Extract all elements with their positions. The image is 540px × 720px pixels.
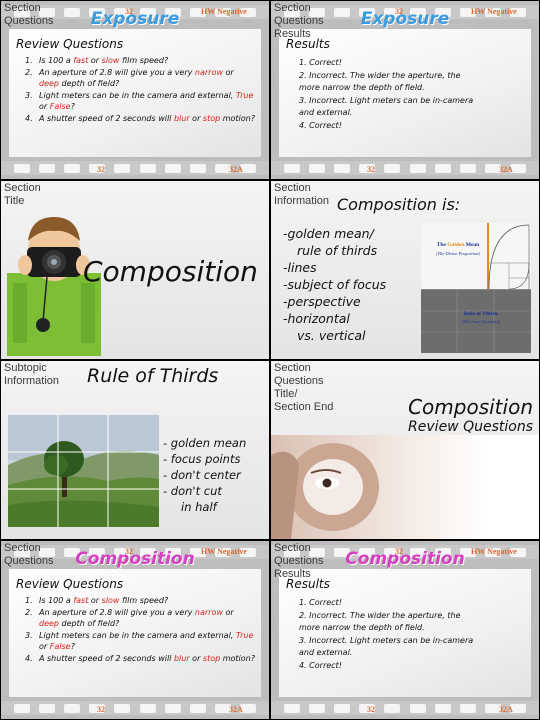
frame-number: 32A [499, 705, 513, 714]
result-item: 4. Correct! [299, 121, 342, 130]
result-item: 4. Correct! [299, 661, 342, 670]
result-item: 2. Incorrect. The wider the aperture, th… [299, 611, 461, 632]
slide-exposure-results[interactable]: HW Negative 32 32 32A Exposure Results 1… [270, 0, 540, 180]
list-item: vs. vertical [297, 328, 366, 343]
slide-exposure-questions[interactable]: HW Negative 32 32 32A Exposure Review Qu… [0, 0, 270, 180]
slide-title: Composition is: [337, 195, 461, 214]
slide-composition-questions[interactable]: HW Negative 32 32 32A Composition Review… [0, 540, 270, 720]
rule-of-thirds-label: Rule of Thirds [463, 311, 499, 317]
frame-number: 32A [229, 165, 243, 174]
list-item: in half [181, 500, 217, 514]
composition-list: -golden mean/ rule of thirds -lines -sub… [283, 225, 386, 344]
list-item: - don't center [163, 468, 241, 482]
slide-title: Composition [408, 395, 533, 419]
golden-mean-subtitle: (The Divine Proportion) [436, 251, 480, 256]
question-item: 3. Light meters can be in the camera and … [25, 91, 254, 111]
question-item: 3. Light meters can be in the camera and … [25, 631, 254, 651]
slide-heading: Review Questions [16, 577, 124, 591]
slide-section-label: Section Questions [4, 542, 54, 567]
slide-composition-information[interactable]: Composition is: -golden mean/ rule of th… [270, 180, 540, 360]
golden-mean-label: The Golden Mean [436, 242, 480, 248]
list-item: -lines [283, 260, 317, 275]
slide-heading: Review Questions [16, 37, 124, 51]
result-item: 3. Incorrect. Light meters can be in-cam… [299, 96, 474, 117]
slide-title: Composition [83, 255, 258, 288]
question-list: 1. Is 100 a fast or slow film speed? 2. An… [25, 595, 255, 665]
frame-number: 32 [97, 165, 105, 174]
frame-number: 32A [229, 705, 243, 714]
slide-composition-results[interactable]: HW Negative 32 32 32A Composition Result… [270, 540, 540, 720]
question-item: 4. A shutter speed of 2 seconds will blur… [25, 114, 255, 123]
question-item: 1. Is 100 a fast or slow film speed? [25, 596, 169, 605]
slide-section-label: Section Title [4, 182, 41, 207]
question-item: 4. A shutter speed of 2 seconds will blur… [25, 654, 255, 663]
results-list: 1. Correct! 2. Incorrect. The wider the … [299, 57, 479, 133]
golden-mean-diagram: The Golden Mean (The Divine Proportion) … [421, 223, 531, 353]
list-item: -horizontal [283, 311, 350, 326]
rule-of-thirds-subtitle: (The Lazy Geometry) [461, 319, 501, 324]
slide-section-label: Section Questions Title/ Section End [274, 362, 334, 413]
frame-number: 32A [499, 165, 513, 174]
result-item: 2. Incorrect. The wider the aperture, th… [299, 71, 461, 92]
list-item: - don't cut [163, 484, 222, 498]
question-item: 2. An aperture of 2.8 will give you a ver… [25, 608, 234, 628]
list-item: -golden mean/ [283, 226, 374, 241]
slide-composition-title[interactable]: Composition Section Title [0, 180, 270, 360]
result-item: 1. Correct! [299, 598, 342, 607]
slide-grid: HW Negative 32 32 32A Exposure Review Qu… [0, 0, 540, 720]
woman-looking-through-hands-photo [271, 435, 539, 539]
slide-subtitle: Review Questions [408, 419, 533, 435]
slide-title: Rule of Thirds [87, 365, 219, 387]
slide-composition-review-title[interactable]: Composition Review Questions Section Que… [270, 360, 540, 540]
frame-number: 32 [367, 705, 375, 714]
slide-section-label: Section Questions Results [274, 542, 324, 580]
slide-section-label: Section Information [274, 182, 330, 207]
slide-rule-of-thirds[interactable]: Rule of Thirds - golden mean - focus poi… [0, 360, 270, 540]
question-item: 2. An aperture of 2.8 will give you a ver… [25, 68, 234, 88]
list-item: -subject of focus [283, 277, 387, 292]
thirds-list: - golden mean - focus points - don't cen… [163, 435, 246, 515]
frame-number: 32 [97, 705, 105, 714]
slide-section-label: Section Questions [4, 2, 54, 27]
result-item: 1. Correct! [299, 58, 342, 67]
landscape-photo [8, 415, 159, 527]
list-item: - focus points [163, 452, 241, 466]
frame-number: 32 [367, 165, 375, 174]
slide-section-label: Subtopic Information [4, 362, 60, 387]
results-list: 1. Correct! 2. Incorrect. The wider the … [299, 597, 479, 673]
question-list: 1. Is 100 a fast or slow film speed? 2. An… [25, 55, 255, 125]
slide-section-label: Section Questions Results [274, 2, 324, 40]
result-item: 3. Incorrect. Light meters can be in-cam… [299, 636, 474, 657]
list-item: - golden mean [163, 436, 247, 450]
list-item: rule of thirds [297, 243, 378, 258]
list-item: -perspective [283, 294, 361, 309]
question-item: 1. Is 100 a fast or slow film speed? [25, 56, 169, 65]
